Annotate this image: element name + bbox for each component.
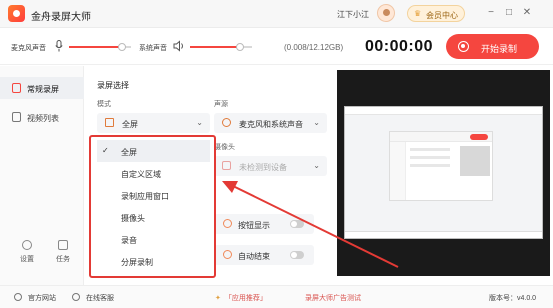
- dropdown-option-label: 录音: [121, 236, 137, 245]
- tasks-button[interactable]: 任务: [48, 240, 78, 264]
- preview-app-window: [389, 131, 493, 201]
- screen-record-icon: [12, 83, 21, 93]
- mic-volume-slider[interactable]: [69, 43, 131, 51]
- preview-taskbar: [345, 231, 542, 238]
- mic-volume-knob[interactable]: [118, 43, 126, 51]
- audio-controls: 麦克风声音 系统声音 (0.008/12.12GB) 00:00:00 开始录制: [0, 29, 553, 65]
- mode-select[interactable]: 全屏 ⌄: [97, 113, 210, 133]
- mode-value: 全屏: [122, 120, 138, 129]
- video-list-icon: [12, 112, 21, 122]
- sidebar-item-label: 常规录屏: [27, 85, 59, 94]
- support-icon: [72, 293, 80, 301]
- minimize-icon[interactable]: −: [484, 6, 498, 20]
- sidebar-item-label: 视频列表: [27, 114, 59, 123]
- title-bar: 金舟录屏大师 江下小江 ♛ 会员中心 − □ ✕: [0, 0, 553, 28]
- start-recording-label: 开始录制: [481, 44, 518, 54]
- vip-center-label: 会员中心: [426, 11, 458, 20]
- audio-source-select[interactable]: 麦克风和系统声音 ⌄: [214, 113, 327, 133]
- section-title: 录屏选择: [97, 81, 129, 90]
- footer: 官方网站 在线客服 ✦ 「应用推荐」 录屏大师广告测试 版本号：v4.0.0: [0, 285, 553, 308]
- check-icon: ✓: [102, 146, 109, 155]
- official-website-link[interactable]: 官方网站: [14, 293, 56, 303]
- camera-select[interactable]: 未检测到设备 ⌄: [214, 156, 327, 176]
- settings-button[interactable]: 设置: [12, 240, 42, 264]
- dropdown-option-app-window[interactable]: 录制应用窗口: [97, 184, 210, 206]
- globe-icon: [14, 293, 22, 301]
- dropdown-option-label: 分屏录制: [121, 258, 153, 267]
- chevron-down-icon: ⌄: [196, 118, 203, 127]
- dropdown-option-label: 摄像头: [121, 214, 145, 223]
- gear-icon: [22, 240, 32, 250]
- speaker-icon[interactable]: [173, 40, 185, 52]
- task-icon: [58, 240, 68, 250]
- record-timer: 00:00:00: [365, 38, 434, 55]
- camera-label: 摄像头: [214, 144, 235, 151]
- storage-size-text: (0.008/12.12GB): [284, 43, 344, 52]
- dropdown-option-camera[interactable]: 摄像头: [97, 206, 210, 228]
- dropdown-option-label: 全屏: [121, 148, 137, 157]
- screen-preview: [337, 70, 550, 276]
- start-recording-button[interactable]: 开始录制: [446, 34, 539, 59]
- crown-icon: ♛: [414, 9, 422, 18]
- avatar[interactable]: [377, 4, 395, 22]
- sidebar-item-video-list[interactable]: 视频列表: [0, 106, 84, 128]
- preview-screen: [344, 106, 543, 239]
- version-text: 版本号：v4.0.0: [489, 295, 537, 302]
- mode-label: 模式: [97, 101, 111, 108]
- vip-center-button[interactable]: ♛ 会员中心: [407, 5, 465, 22]
- dropdown-option-label: 录制应用窗口: [121, 192, 169, 201]
- system-volume-slider[interactable]: [190, 43, 252, 51]
- dropdown-option-audio[interactable]: 录音: [97, 228, 210, 250]
- close-icon[interactable]: ✕: [520, 6, 534, 20]
- system-volume-label: 系统声音: [139, 45, 167, 52]
- clock-icon: [223, 250, 232, 259]
- mode-dropdown-menu: ✓ 全屏 自定义区域 录制应用窗口 摄像头 录音 分屏录制: [89, 135, 216, 278]
- chevron-down-icon: ⌄: [313, 118, 320, 127]
- button-display-row: 按钮显示: [214, 214, 314, 234]
- app-window: 金舟录屏大师 江下小江 ♛ 会员中心 − □ ✕ 麦克风声音 系统声音 (0.0…: [0, 0, 553, 308]
- audio-source-label: 声源: [214, 101, 228, 108]
- promo-ad-link[interactable]: 录屏大师广告测试: [305, 293, 361, 303]
- maximize-icon[interactable]: □: [502, 6, 516, 20]
- microphone-icon[interactable]: [55, 40, 63, 52]
- camera-icon: [222, 161, 231, 170]
- auto-end-toggle[interactable]: [290, 251, 304, 259]
- settings-label: 设置: [20, 256, 34, 263]
- audio-source-icon: [222, 118, 231, 127]
- sidebar-item-regular-recording[interactable]: 常规录屏: [0, 77, 84, 99]
- username[interactable]: 江下小江: [337, 9, 369, 20]
- fullscreen-icon: [105, 118, 114, 127]
- button-display-icon: [223, 219, 232, 228]
- record-icon: [458, 41, 469, 52]
- system-volume-knob[interactable]: [236, 43, 244, 51]
- dropdown-option-custom-area[interactable]: 自定义区域: [97, 162, 210, 184]
- tasks-label: 任务: [56, 256, 70, 263]
- button-display-label: 按钮显示: [238, 221, 270, 230]
- mic-volume-label: 麦克风声音: [11, 45, 46, 52]
- button-display-toggle[interactable]: [290, 220, 304, 228]
- dropdown-option-split-screen[interactable]: 分屏录制: [97, 250, 210, 272]
- megaphone-icon: ✦: [215, 295, 221, 302]
- dropdown-option-label: 自定义区域: [121, 170, 161, 179]
- camera-value: 未检测到设备: [239, 163, 287, 172]
- app-logo-icon: [8, 5, 25, 22]
- dropdown-option-fullscreen[interactable]: ✓ 全屏: [97, 140, 210, 162]
- promo-link[interactable]: ✦ 「应用推荐」: [215, 293, 267, 303]
- auto-end-row: 自动结束: [214, 245, 314, 265]
- audio-source-value: 麦克风和系统声音: [239, 120, 303, 129]
- sidebar: 常规录屏 视频列表 设置 任务: [0, 66, 84, 285]
- auto-end-label: 自动结束: [238, 252, 270, 261]
- chevron-down-icon: ⌄: [313, 161, 320, 170]
- app-title: 金舟录屏大师: [31, 12, 91, 23]
- online-support-link[interactable]: 在线客服: [72, 293, 114, 303]
- preview-toolbar: [345, 107, 542, 115]
